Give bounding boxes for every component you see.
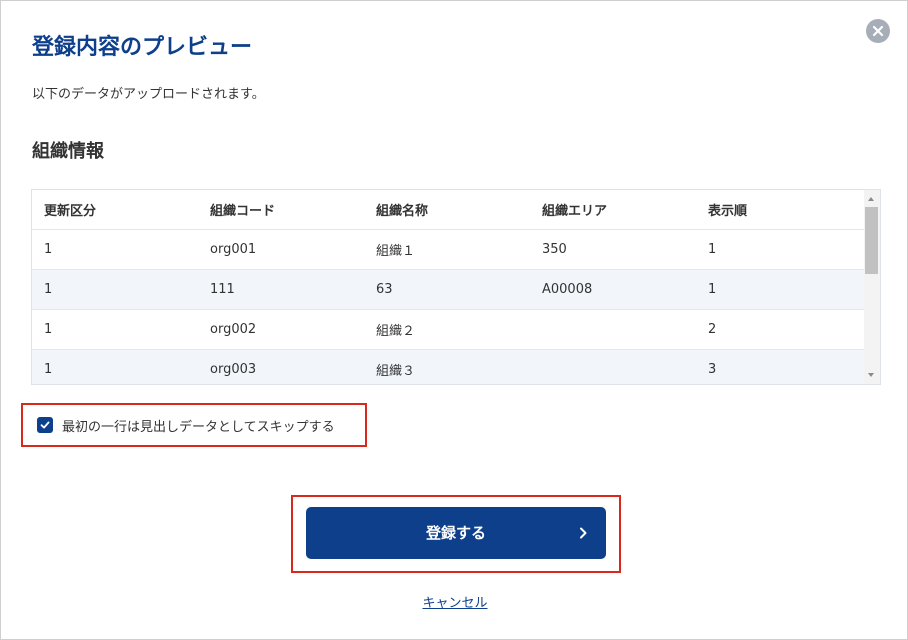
scroll-down-arrow-icon[interactable]: [868, 373, 874, 377]
table-cell: 63: [364, 269, 530, 310]
table-cell: 111: [198, 269, 364, 310]
scrollbar-thumb[interactable]: [865, 207, 878, 274]
table-cell: [530, 349, 696, 384]
table-cell: 組織１: [364, 229, 530, 270]
column-header-org-area: 組織エリア: [530, 190, 696, 230]
dialog-description: 以下のデータがアップロードされます。: [32, 87, 265, 102]
table-cell: 3: [696, 349, 864, 384]
table-cell: 2: [696, 309, 864, 350]
table-cell: 1: [32, 309, 198, 350]
close-button[interactable]: [866, 19, 890, 43]
table-cell: 組織２: [364, 309, 530, 350]
preview-dialog: 登録内容のプレビュー 以下のデータがアップロードされます。 組織情報 更新区分 …: [0, 0, 908, 640]
chevron-right-icon: [580, 527, 587, 539]
table-cell: org003: [198, 349, 364, 384]
skip-header-option[interactable]: 最初の一行は見出しデータとしてスキップする: [21, 403, 367, 447]
table-cell: 1: [32, 349, 198, 384]
table-cell: 組織３: [364, 349, 530, 384]
preview-table-container[interactable]: 更新区分 組織コード 組織名称 組織エリア 表示順 1 org001 組織１ 3…: [31, 189, 881, 385]
cancel-link[interactable]: キャンセル: [1, 592, 908, 611]
section-title: 組織情報: [32, 141, 104, 162]
scroll-up-arrow-icon[interactable]: [868, 197, 874, 201]
column-header-org-name: 組織名称: [364, 190, 530, 230]
table-cell: org001: [198, 229, 364, 270]
preview-table: 更新区分 組織コード 組織名称 組織エリア 表示順 1 org001 組織１ 3…: [32, 190, 864, 384]
column-header-update-type: 更新区分: [32, 190, 198, 230]
skip-header-checkbox[interactable]: [37, 417, 53, 433]
table-cell: [530, 309, 696, 350]
table-cell: org002: [198, 309, 364, 350]
table-cell: 1: [696, 269, 864, 310]
submit-button-label: 登録する: [425, 524, 486, 542]
table-cell: A00008: [530, 269, 696, 310]
table-cell: 1: [32, 229, 198, 270]
close-icon: [872, 25, 884, 37]
table-row: 1 org001 組織１ 350 1: [32, 229, 864, 270]
column-header-display-order: 表示順: [696, 190, 864, 230]
table-cell: 1: [32, 269, 198, 310]
skip-header-label: 最初の一行は見出しデータとしてスキップする: [62, 419, 335, 435]
table-scrollbar[interactable]: [864, 190, 880, 384]
table-row: 1 org003 組織３ 3: [32, 349, 864, 384]
table-header-row: 更新区分 組織コード 組織名称 組織エリア 表示順: [32, 190, 864, 230]
column-header-org-code: 組織コード: [198, 190, 364, 230]
table-cell: 350: [530, 229, 696, 270]
table-row: 1 org002 組織２ 2: [32, 309, 864, 350]
dialog-title: 登録内容のプレビュー: [32, 35, 253, 60]
submit-button[interactable]: 登録する: [306, 507, 606, 559]
checkmark-icon: [40, 421, 50, 429]
submit-highlight-frame: 登録する: [291, 495, 621, 573]
table-row: 1 111 63 A00008 1: [32, 269, 864, 310]
table-cell: 1: [696, 229, 864, 270]
